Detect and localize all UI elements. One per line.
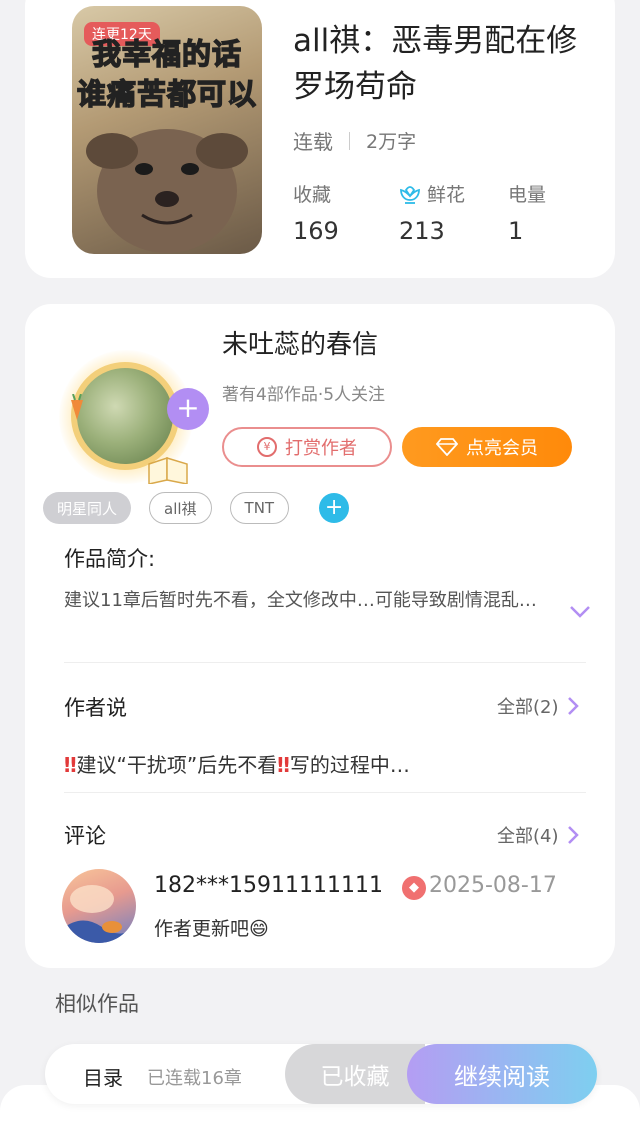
vip-diamond-icon: ◆ [402,876,426,900]
author-name[interactable]: 未吐蕊的春信 [222,324,378,361]
bottom-action-bar: 目录 已连载16章 已收藏 继续阅读 [45,1044,597,1104]
chevron-right-icon [567,826,579,844]
add-tag-button[interactable]: + [319,493,350,523]
stat-power[interactable]: 电量 1 [508,180,546,245]
stat-favorites: 收藏 169 [293,180,339,245]
follow-author-button[interactable]: + [167,388,209,430]
cover-caption-line: 谁痛苦都可以 [76,76,257,111]
author-note[interactable]: ‼建议“干扰项”后先不看‼写的过程中… [64,749,410,778]
intro-label: 作品简介: [64,547,156,571]
tag-item[interactable]: TNT [229,492,290,524]
flower-icon [400,185,420,204]
cover-caption: 我幸福的话 谁痛苦都可以 [72,34,262,114]
cover-dog-image [86,129,248,253]
favorited-button[interactable]: 已收藏 [285,1044,425,1104]
stat-value: 213 [399,217,445,245]
chapter-count: 已连载16章 [147,1068,242,1089]
stat-value: 169 [293,217,339,245]
author-note-text: 写的过程中… [289,753,410,777]
more-label: 全部(2) [497,697,559,718]
author-note-text: 建议“干扰项”后先不看 [76,753,278,777]
word-count: 2万字 [366,131,417,153]
book-title: all祺：恶毒男配在修罗场苟命 [293,23,578,105]
yen-coin-icon: ¥ [257,437,277,457]
author-card: + 未吐蕊的春信 著有4部作品·5人关注 ¥ 打赏作者 点亮会员 明星同人 al… [25,304,615,968]
book-meta: 连载 2万字 [293,126,416,155]
exclamation-icon: ‼ [64,753,77,777]
toc-button[interactable]: 目录 [83,1062,123,1091]
chevron-right-icon [567,697,579,715]
intro-text[interactable]: 建议11章后暂时先不看，全文修改中…可能导致剧情混乱… [64,588,564,614]
author-avatar-wrap[interactable]: + [53,344,209,484]
continue-reading-button[interactable]: 继续阅读 [407,1044,597,1104]
comments-label: 评论 [64,824,106,848]
book-cover[interactable]: 连更12天 我幸福的话 谁痛苦都可以 [72,6,262,254]
commenter-username[interactable]: 182***15911111111 [154,873,383,898]
stat-flowers[interactable]: 鲜花 213 [399,180,465,245]
tip-author-button[interactable]: ¥ 打赏作者 [222,427,392,467]
meta-divider [349,131,350,150]
author-summary: 著有4部作品·5人关注 [222,385,386,405]
author-says-more-link[interactable]: 全部(2) [497,693,579,719]
stat-label: 电量 [508,184,547,206]
tip-author-label: 打赏作者 [285,438,357,459]
commenter-avatar[interactable] [62,869,136,943]
more-label: 全部(4) [497,826,559,847]
activate-vip-button[interactable]: 点亮会员 [402,427,572,467]
stat-label: 鲜花 [427,184,466,206]
similar-works-label: 相似作品 [55,992,139,1016]
diamond-icon [436,438,458,456]
carrot-decoration-icon [71,394,83,420]
divider [64,792,586,793]
cover-caption-line: 我幸福的话 [91,36,242,71]
exclamation-icon: ‼ [277,753,290,777]
comment-date: 2025-08-17 [429,873,557,898]
stat-value: 1 [508,217,524,245]
stat-label-row: 鲜花 [399,180,465,207]
stat-label: 收藏 [293,184,332,206]
vip-label: 点亮会员 [466,438,538,459]
tag-item[interactable]: 明星同人 [43,492,132,524]
tag-list: 明星同人 all祺 TNT + [43,492,350,524]
book-decoration-icon [148,456,188,484]
tag-item[interactable]: all祺 [149,492,212,524]
expand-chevron-icon[interactable] [569,600,591,625]
comments-more-link[interactable]: 全部(4) [497,822,579,848]
book-card: 连更12天 我幸福的话 谁痛苦都可以 all祺：恶毒男配在修罗场苟命 连载 2万… [25,0,615,278]
divider [64,662,586,663]
comment-text[interactable]: 作者更新吧😄 [154,914,269,941]
author-says-label: 作者说 [64,696,127,720]
avatar-art [62,885,136,943]
book-status: 连载 [293,130,333,154]
